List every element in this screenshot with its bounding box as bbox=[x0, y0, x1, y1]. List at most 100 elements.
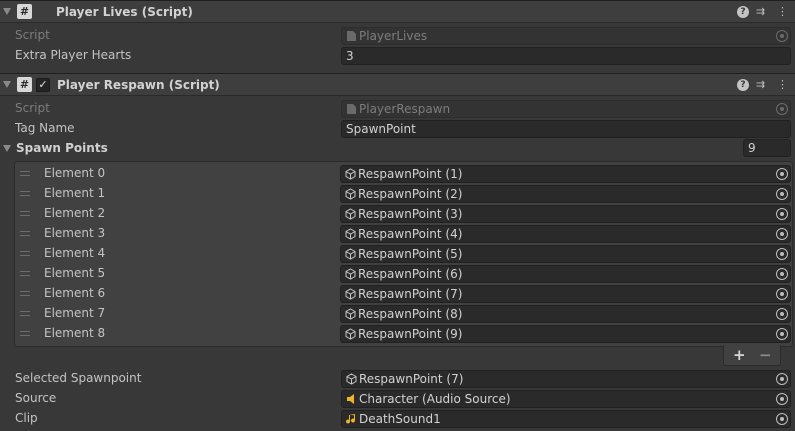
element-object-field[interactable]: RespawnPoint (3) bbox=[340, 205, 791, 223]
element-value: RespawnPoint (2) bbox=[358, 187, 463, 201]
help-icon[interactable]: ? bbox=[737, 79, 749, 91]
script-file-icon bbox=[347, 31, 356, 41]
object-picker-icon[interactable] bbox=[776, 268, 788, 280]
cube-icon bbox=[345, 268, 356, 280]
cube-icon bbox=[345, 228, 356, 240]
drag-handle-icon[interactable] bbox=[20, 291, 30, 296]
selected-spawnpoint-label: Selected Spawnpoint bbox=[15, 371, 142, 385]
object-picker-icon[interactable] bbox=[776, 413, 788, 425]
element-value: RespawnPoint (7) bbox=[358, 287, 463, 301]
object-picker-icon[interactable] bbox=[776, 248, 788, 260]
object-picker-icon[interactable] bbox=[776, 228, 788, 240]
script-field: PlayerRespawn bbox=[341, 100, 791, 118]
object-picker-icon[interactable] bbox=[776, 208, 788, 220]
element-label: Element 2 bbox=[44, 206, 106, 220]
player-respawn-header[interactable]: # ✓ Player Respawn (Script) ? ⇉ ⋮ bbox=[0, 73, 795, 96]
element-value: RespawnPoint (5) bbox=[358, 247, 463, 261]
drag-handle-icon[interactable] bbox=[20, 271, 30, 276]
element-object-field[interactable]: RespawnPoint (6) bbox=[340, 265, 791, 283]
audio-source-field[interactable]: Character (Audio Source) bbox=[341, 390, 791, 408]
source-label: Source bbox=[15, 391, 57, 405]
drag-handle-icon[interactable] bbox=[20, 251, 30, 256]
element-value: RespawnPoint (4) bbox=[358, 227, 463, 241]
selected-spawnpoint-value: RespawnPoint (7) bbox=[359, 372, 464, 386]
element-label: Element 1 bbox=[44, 186, 106, 200]
audio-clip-value: DeathSound1 bbox=[359, 412, 441, 426]
element-object-field[interactable]: RespawnPoint (8) bbox=[340, 305, 791, 323]
script-label: Script bbox=[15, 101, 50, 115]
tag-name-input[interactable]: SpawnPoint bbox=[341, 120, 791, 138]
script-value: PlayerRespawn bbox=[359, 102, 451, 116]
script-hash-icon: # bbox=[17, 77, 32, 92]
extra-hearts-label: Extra Player Hearts bbox=[15, 48, 132, 62]
script-label: Script bbox=[15, 28, 50, 42]
help-icon[interactable]: ? bbox=[737, 6, 749, 18]
music-note-icon bbox=[346, 414, 356, 424]
drag-handle-icon[interactable] bbox=[20, 211, 30, 216]
add-element-button[interactable]: + bbox=[733, 346, 746, 364]
more-options-icon[interactable]: ⋮ bbox=[777, 5, 788, 19]
cube-icon bbox=[345, 168, 356, 180]
element-object-field[interactable]: RespawnPoint (5) bbox=[340, 245, 791, 263]
element-label: Element 8 bbox=[44, 326, 106, 340]
foldout-arrow-icon[interactable] bbox=[3, 8, 11, 15]
spawn-points-label[interactable]: Spawn Points bbox=[16, 141, 108, 155]
drag-handle-icon[interactable] bbox=[20, 231, 30, 236]
drag-handle-icon[interactable] bbox=[20, 331, 30, 336]
cube-icon bbox=[345, 328, 356, 340]
player-lives-header[interactable]: # Player Lives (Script) ? ⇉ ⋮ bbox=[0, 0, 795, 23]
object-picker-icon[interactable] bbox=[776, 168, 788, 180]
element-object-field[interactable]: RespawnPoint (2) bbox=[340, 185, 791, 203]
preset-settings-icon[interactable]: ⇉ bbox=[756, 5, 765, 19]
element-object-field[interactable]: RespawnPoint (1) bbox=[340, 165, 791, 183]
component-title: Player Lives (Script) bbox=[56, 5, 193, 19]
drag-handle-icon[interactable] bbox=[20, 191, 30, 196]
spawn-points-size-input[interactable]: 9 bbox=[743, 139, 791, 157]
drag-handle-icon[interactable] bbox=[20, 311, 30, 316]
element-value: RespawnPoint (1) bbox=[358, 167, 463, 181]
selected-spawnpoint-field[interactable]: RespawnPoint (7) bbox=[341, 370, 791, 388]
list-add-remove-bar: + − bbox=[723, 345, 781, 366]
object-picker-icon[interactable] bbox=[776, 328, 788, 340]
element-object-field[interactable]: RespawnPoint (9) bbox=[340, 325, 791, 343]
cube-icon bbox=[345, 288, 356, 300]
cube-icon bbox=[345, 308, 356, 320]
preset-settings-icon[interactable]: ⇉ bbox=[756, 78, 765, 92]
element-label: Element 4 bbox=[44, 246, 106, 260]
element-value: RespawnPoint (6) bbox=[358, 267, 463, 281]
element-label: Element 5 bbox=[44, 266, 106, 280]
cube-icon bbox=[345, 248, 356, 260]
object-picker-icon[interactable] bbox=[776, 393, 788, 405]
cube-icon bbox=[346, 373, 357, 385]
object-picker-icon[interactable] bbox=[776, 308, 788, 320]
object-picker-icon bbox=[776, 30, 788, 42]
element-label: Element 6 bbox=[44, 286, 106, 300]
foldout-arrow-icon[interactable] bbox=[3, 81, 11, 88]
script-file-icon bbox=[347, 104, 356, 114]
component-enabled-checkbox[interactable]: ✓ bbox=[36, 78, 50, 92]
tag-name-label: Tag Name bbox=[15, 121, 75, 135]
script-value: PlayerLives bbox=[359, 29, 428, 43]
component-title: Player Respawn (Script) bbox=[57, 78, 220, 92]
object-picker-icon[interactable] bbox=[776, 373, 788, 385]
spawn-points-foldout-icon[interactable] bbox=[3, 145, 11, 152]
script-hash-icon: # bbox=[17, 4, 32, 19]
object-picker-icon bbox=[776, 103, 788, 115]
extra-hearts-input[interactable]: 3 bbox=[341, 47, 791, 65]
audio-clip-field[interactable]: DeathSound1 bbox=[341, 410, 791, 428]
element-value: RespawnPoint (3) bbox=[358, 207, 463, 221]
more-options-icon[interactable]: ⋮ bbox=[777, 78, 788, 92]
remove-element-button[interactable]: − bbox=[759, 346, 772, 364]
element-label: Element 0 bbox=[44, 166, 106, 180]
object-picker-icon[interactable] bbox=[776, 288, 788, 300]
element-object-field[interactable]: RespawnPoint (7) bbox=[340, 285, 791, 303]
element-object-field[interactable]: RespawnPoint (4) bbox=[340, 225, 791, 243]
element-label: Element 3 bbox=[44, 226, 106, 240]
element-value: RespawnPoint (9) bbox=[358, 327, 463, 341]
script-field: PlayerLives bbox=[341, 27, 791, 45]
element-label: Element 7 bbox=[44, 306, 106, 320]
drag-handle-icon[interactable] bbox=[20, 171, 30, 176]
audio-source-value: Character (Audio Source) bbox=[359, 392, 511, 406]
object-picker-icon[interactable] bbox=[776, 188, 788, 200]
cube-icon bbox=[345, 208, 356, 220]
